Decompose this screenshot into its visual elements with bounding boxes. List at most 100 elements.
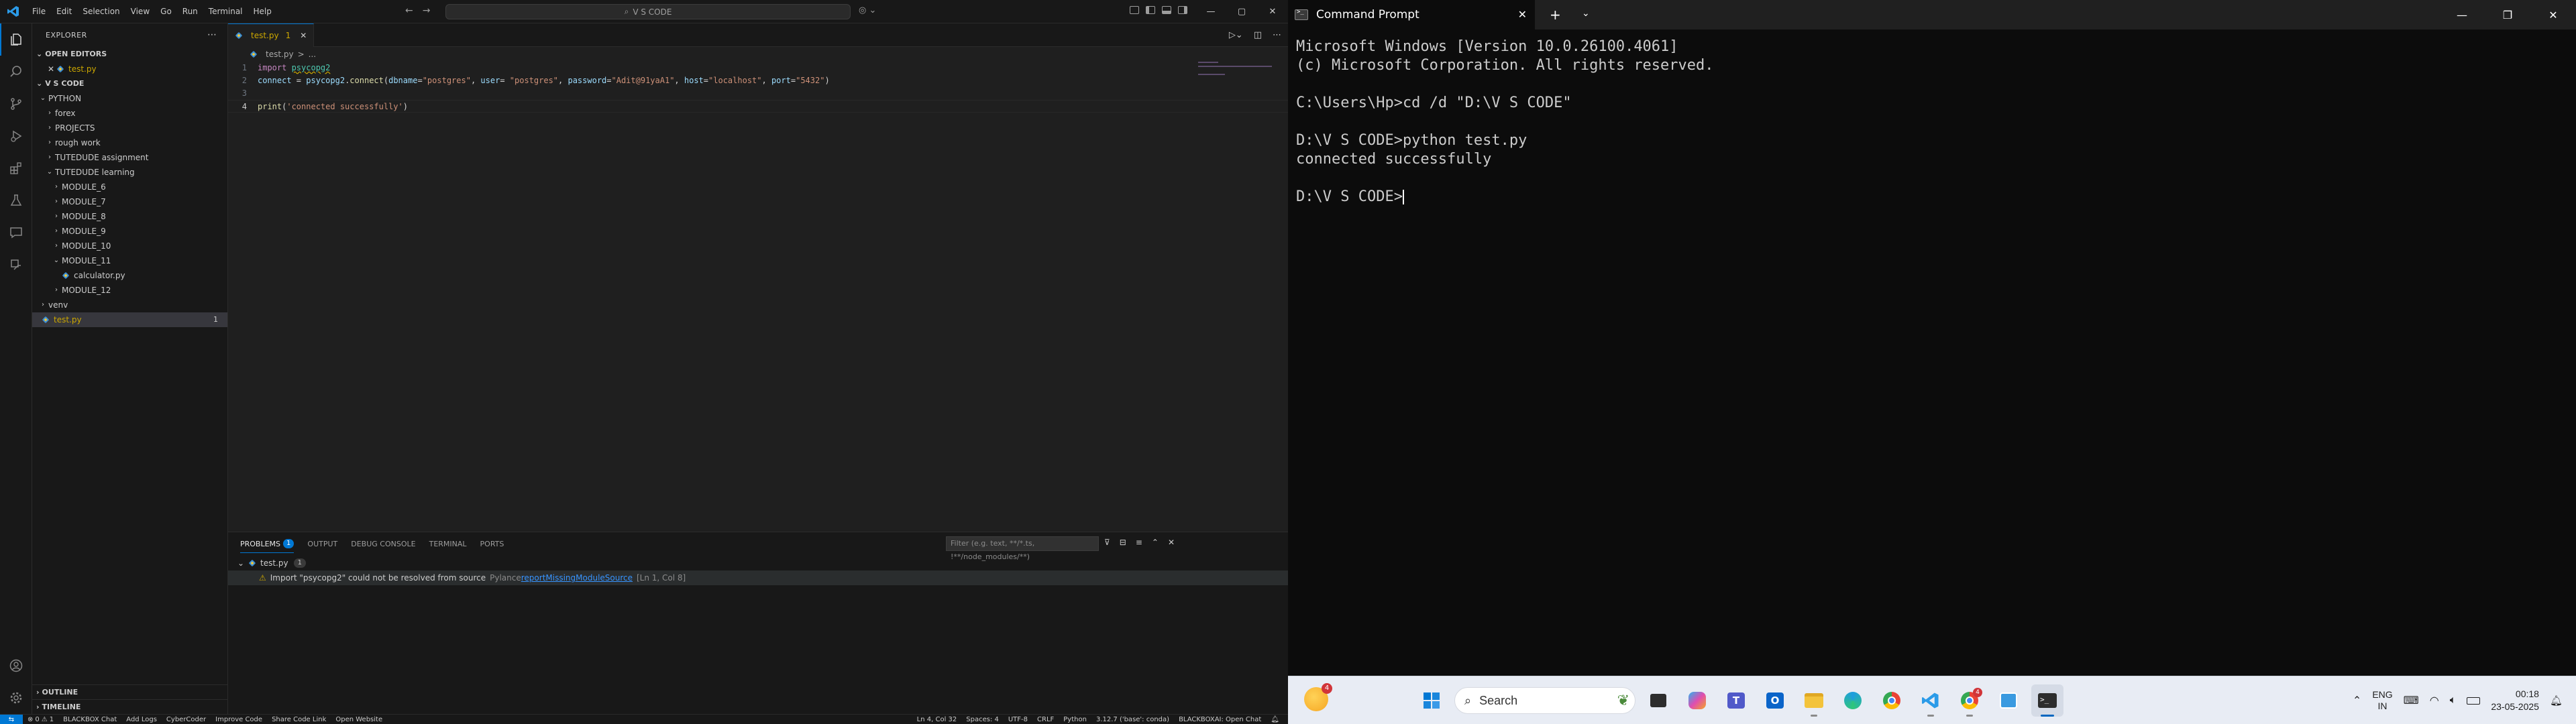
- copilot-icon[interactable]: [1681, 684, 1713, 717]
- file-explorer-dark-icon[interactable]: [1642, 684, 1674, 717]
- tree-folder-item[interactable]: › venv: [32, 298, 227, 312]
- manage-gear-icon[interactable]: [0, 682, 32, 714]
- panel-tab-debug-console[interactable]: DEBUG CONSOLE: [351, 540, 415, 548]
- testing-flask-icon[interactable]: [0, 184, 32, 217]
- layout-toggle-icon[interactable]: [1130, 6, 1139, 14]
- status-item-right[interactable]: CRLF: [1032, 716, 1059, 723]
- chrome-icon[interactable]: [1876, 684, 1908, 717]
- clock[interactable]: 00:18 23-05-2025: [2491, 688, 2539, 713]
- minimap[interactable]: [1198, 62, 1279, 88]
- menu-file[interactable]: File: [27, 0, 51, 23]
- problem-file-row[interactable]: ⌄ test.py 1: [228, 556, 1288, 570]
- status-item-blackbox-chat[interactable]: BLACKBOX Chat: [58, 716, 121, 723]
- tree-folder-item[interactable]: ⌄ TUTEDUDE learning: [32, 165, 227, 180]
- tree-folder-item[interactable]: › rough work: [32, 135, 227, 150]
- new-tab-icon[interactable]: +: [1550, 7, 1561, 23]
- code-editor[interactable]: 1 import psycopg2 2 connect = psycopg2.conn…: [228, 62, 1288, 113]
- vscode-icon[interactable]: [1915, 684, 1947, 717]
- menu-view[interactable]: View: [125, 0, 155, 23]
- maximize-panel-icon[interactable]: ⌃: [1152, 538, 1159, 547]
- code-line[interactable]: 1 import psycopg2: [228, 62, 1288, 74]
- chevron-up-icon[interactable]: ⌃: [2353, 694, 2361, 707]
- status-item-right[interactable]: UTF-8: [1004, 716, 1032, 723]
- remote-icon[interactable]: ⇆: [0, 714, 23, 724]
- status-item-improve-code[interactable]: Improve Code: [211, 716, 267, 723]
- teams-icon[interactable]: T: [1720, 684, 1752, 717]
- filter-icon[interactable]: ⊽: [1104, 538, 1110, 547]
- command-center[interactable]: ⌕ V S CODE: [445, 4, 851, 19]
- tree-folder-item[interactable]: › MODULE_9: [32, 224, 227, 239]
- input-language[interactable]: ENG IN: [2372, 689, 2392, 712]
- code-line[interactable]: 3: [228, 87, 1288, 100]
- workspace-header[interactable]: ⌄ V S CODE: [32, 76, 227, 91]
- menu-edit[interactable]: Edit: [51, 0, 77, 23]
- maximize-icon[interactable]: ▢: [1226, 0, 1257, 23]
- more-actions-icon[interactable]: ⋯: [1273, 30, 1281, 40]
- panel-tab-ports[interactable]: PORTS: [480, 540, 504, 548]
- code-line[interactable]: 4 print('connected successfully'): [228, 100, 1288, 113]
- panel-tab-problems[interactable]: PROBLEMS 1: [240, 539, 294, 553]
- menu-terminal[interactable]: Terminal: [203, 0, 248, 23]
- tree-folder-item[interactable]: › MODULE_6: [32, 180, 227, 194]
- paint-icon[interactable]: [1992, 684, 2025, 717]
- search-icon[interactable]: [0, 56, 32, 88]
- open-editors-header[interactable]: ⌄ OPEN EDITORS: [32, 47, 227, 62]
- more-actions-icon[interactable]: ⋯: [207, 29, 217, 40]
- chrome-profile-icon[interactable]: 4: [1953, 684, 1986, 717]
- tree-folder-item[interactable]: › MODULE_7: [32, 194, 227, 209]
- menu-go[interactable]: Go: [155, 0, 177, 23]
- code-line[interactable]: 2 connect = psycopg2.connect(dbname="post…: [228, 74, 1288, 87]
- status-item-right[interactable]: 3.12.7 ('base': conda): [1091, 716, 1174, 723]
- status-item-right[interactable]: Spaces: 4: [961, 716, 1004, 723]
- panel-tab-output[interactable]: OUTPUT: [307, 540, 337, 548]
- wifi-icon[interactable]: ◠: [2430, 694, 2439, 707]
- explorer-icon[interactable]: [0, 23, 32, 56]
- toggle-panel-icon[interactable]: [1162, 6, 1171, 14]
- close-icon[interactable]: ✕: [2530, 0, 2576, 29]
- outline-header[interactable]: › OUTLINE: [32, 684, 228, 699]
- remote-explorer-icon[interactable]: [0, 249, 32, 281]
- minimize-icon[interactable]: —: [1195, 0, 1226, 23]
- close-tab-icon[interactable]: ✕: [300, 31, 307, 40]
- menu-run[interactable]: Run: [177, 0, 203, 23]
- close-icon[interactable]: ✕: [46, 62, 56, 76]
- notification-bell-icon[interactable]: 🔔︎: [2550, 695, 2563, 707]
- menu-help[interactable]: Help: [248, 0, 277, 23]
- minimize-icon[interactable]: —: [2439, 0, 2485, 29]
- timeline-header[interactable]: › TIMELINE: [32, 699, 228, 714]
- problem-row[interactable]: ⚠ Import "psycopg2" could not be resolve…: [228, 570, 1288, 585]
- close-tab-icon[interactable]: ✕: [1518, 8, 1527, 21]
- open-editor-item[interactable]: ✕ test.py: [32, 62, 227, 76]
- outlook-icon[interactable]: O: [1759, 684, 1791, 717]
- volume-icon[interactable]: 🔈︎: [2450, 695, 2457, 707]
- terminal-icon[interactable]: >_: [2031, 684, 2063, 717]
- forward-arrow-icon[interactable]: →: [423, 5, 431, 16]
- problems-filter-input[interactable]: Filter (e.g. text, **/*.ts, !**/node_mod…: [946, 536, 1099, 561]
- close-icon[interactable]: ✕: [1257, 0, 1288, 23]
- tree-folder-item[interactable]: ⌄ MODULE_11: [32, 253, 227, 268]
- tree-folder-item[interactable]: › TUTEDUDE assignment: [32, 150, 227, 165]
- back-arrow-icon[interactable]: ←: [405, 5, 413, 16]
- weather-widget-icon[interactable]: 4: [1304, 683, 1332, 711]
- tab-test-py[interactable]: test.py 1 ✕: [228, 23, 315, 47]
- chevron-down-icon[interactable]: ⌄: [1582, 8, 1590, 19]
- run-icon[interactable]: ▷⌄: [1229, 30, 1243, 40]
- source-control-icon[interactable]: [0, 88, 32, 120]
- tree-folder-item[interactable]: ⌄ PYTHON: [32, 91, 227, 106]
- status-item-open-website[interactable]: Open Website: [331, 716, 387, 723]
- toggle-secondary-sidebar-icon[interactable]: [1178, 6, 1187, 14]
- run-debug-icon[interactable]: [0, 120, 32, 152]
- battery-icon[interactable]: [2467, 697, 2481, 705]
- tree-folder-item[interactable]: › MODULE_10: [32, 239, 227, 253]
- terminal-output[interactable]: Microsoft Windows [Version 10.0.26100.40…: [1288, 29, 2576, 206]
- collapse-all-icon[interactable]: ⊟: [1120, 538, 1126, 547]
- account-icon[interactable]: [0, 650, 32, 682]
- status-item-right[interactable]: BLACKBOXAI: Open Chat: [1174, 716, 1266, 723]
- edge-icon[interactable]: [1837, 684, 1869, 717]
- tree-file-item[interactable]: calculator.py: [32, 268, 227, 283]
- copilot-icon[interactable]: ◎ ⌄: [859, 5, 876, 15]
- status-item-share-code-link[interactable]: Share Code Link: [267, 716, 331, 723]
- panel-tab-terminal[interactable]: TERMINAL: [429, 540, 467, 548]
- menu-selection[interactable]: Selection: [77, 0, 125, 23]
- status-item-right[interactable]: Python: [1059, 716, 1091, 723]
